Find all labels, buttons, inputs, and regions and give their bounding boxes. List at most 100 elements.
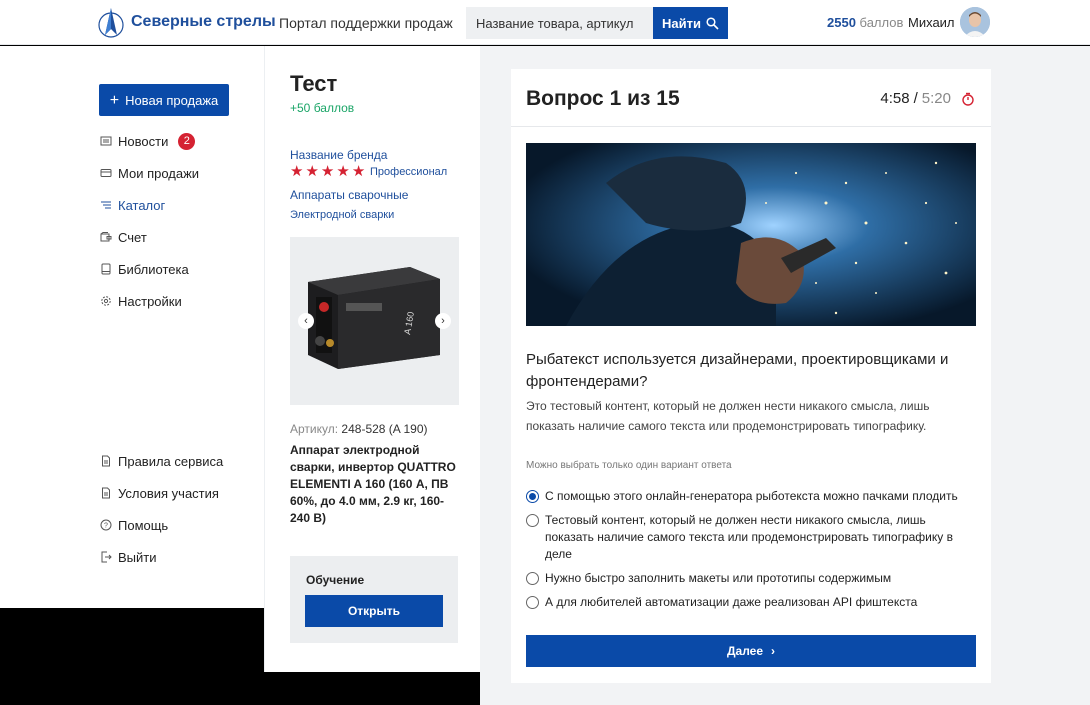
new-sale-label: Новая продажа (125, 92, 219, 108)
sidebar-item-catalog[interactable]: Каталог (100, 196, 165, 214)
category-link[interactable]: Аппараты сварочные (290, 188, 408, 202)
timer-elapsed: 4:58 (880, 90, 910, 107)
stopwatch-icon (962, 92, 974, 106)
timer-separator: / (913, 90, 918, 107)
points-label: баллов (859, 15, 904, 30)
sidebar-item-label: Библиотека (118, 261, 189, 277)
product-image-carousel: A 160 ‹ › (290, 237, 459, 405)
subcategory-link[interactable]: Электродной сварки (290, 209, 394, 221)
search-button-label: Найти (662, 15, 701, 31)
sidebar-item-label: Помощь (118, 517, 169, 533)
sidebar-item-terms[interactable]: Условия участия (100, 484, 219, 502)
answer-hint: Можно выбрать только один вариант ответа (526, 460, 732, 471)
level-label[interactable]: Профессионал (370, 166, 447, 178)
carousel-next-button[interactable]: › (435, 313, 451, 329)
answer-option-label: С помощью этого онлайн-генератора рыботе… (545, 489, 958, 503)
search-icon (706, 16, 719, 30)
avatar-image (960, 7, 990, 37)
test-title: Тест (290, 71, 338, 96)
wallet-icon (100, 232, 112, 242)
help-icon: ? (100, 519, 112, 531)
gear-icon (101, 296, 111, 306)
sidebar-item-service-rules[interactable]: Правила сервиса (100, 452, 223, 470)
product-name: Аппарат электродной сварки, инвертор QUA… (290, 443, 456, 525)
search-button[interactable]: Найти (653, 7, 728, 39)
carousel-prev-button[interactable]: ‹ (298, 313, 314, 329)
new-sale-button[interactable]: + Новая продажа (99, 84, 229, 116)
sidebar-item-label: Мои продажи (118, 165, 200, 181)
sku-label: Артикул: (290, 422, 339, 436)
answer-option-label: А для любителей автоматизации даже реали… (545, 595, 918, 609)
logo-icon[interactable] (97, 7, 125, 39)
next-button-label: Далее (726, 644, 764, 658)
points-value: 2550 (827, 15, 856, 30)
search-input[interactable] (466, 7, 654, 39)
answer-option-3[interactable]: Нужно быстро заполнить макеты или протот… (526, 570, 976, 587)
avatar[interactable] (960, 7, 990, 37)
portal-title: Портал поддержки продаж (279, 15, 453, 31)
plus-icon: + (109, 91, 120, 109)
test-points: +50 баллов (290, 101, 355, 115)
radio-button[interactable] (526, 596, 539, 609)
sidebar-item-label: Счет (118, 229, 147, 245)
radio-button[interactable] (526, 490, 539, 503)
sidebar-item-logout[interactable]: Выйти (100, 548, 157, 566)
sidebar-item-label: Настройки (118, 293, 182, 309)
sidebar-item-my-sales[interactable]: Мои продажи (100, 164, 199, 182)
sidebar-item-account[interactable]: Счет (100, 228, 147, 246)
brand-name[interactable]: Северные стрелы (131, 13, 276, 31)
radio-button[interactable] (526, 572, 539, 585)
answer-option-2[interactable]: Тестовый контент, который не должен нест… (526, 512, 976, 563)
svg-text:?: ? (104, 523, 108, 530)
answer-option-4[interactable]: А для любителей автоматизации даже реали… (526, 594, 976, 611)
sidebar-item-label: Новости (118, 133, 169, 149)
sidebar-item-label: Правила сервиса (118, 453, 224, 469)
sku-line: Артикул: 248-528 (A 190) (290, 422, 427, 436)
top-header: Северные стрелы Портал поддержки продаж … (0, 0, 1090, 45)
sidebar-item-label: Выйти (118, 549, 157, 565)
sku-value: 248-528 (A 190) (341, 422, 428, 436)
question-image (526, 143, 976, 326)
sidebar-item-library[interactable]: Библиотека (100, 260, 189, 278)
card-icon (100, 169, 112, 177)
star-icon: ★ (290, 163, 304, 180)
news-icon (100, 136, 112, 146)
welder-photo (526, 143, 976, 326)
points-balance[interactable]: 2550 баллов (827, 15, 903, 30)
answer-option-1[interactable]: С помощью этого онлайн-генератора рыботе… (526, 488, 976, 505)
question-description: Это тестовый контент, который не должен … (526, 399, 930, 433)
timer-total: 5:20 (921, 90, 951, 107)
quiz-card: Вопрос 1 из 15 4:58 / 5:20 Рыбатекст исп… (511, 69, 991, 683)
brand-link[interactable]: Название бренда (290, 148, 387, 162)
list-icon (101, 201, 111, 209)
question-text: Рыбатекст используется дизайнерами, прое… (526, 351, 949, 390)
radio-button[interactable] (526, 514, 539, 527)
sidebar-item-label: Условия участия (118, 485, 219, 501)
learning-card: Обучение Открыть (290, 556, 458, 643)
user-name[interactable]: Михаил (908, 15, 955, 30)
quiz-header: Вопрос 1 из 15 4:58 / 5:20 (511, 69, 991, 127)
book-icon (101, 263, 111, 275)
sidebar-item-label: Каталог (118, 197, 166, 213)
sidebar-item-news[interactable]: Новости 2 (100, 132, 196, 150)
answer-option-label: Тестовый контент, который не должен нест… (545, 513, 953, 561)
welding-machine-image: A 160 (308, 267, 440, 369)
open-learning-button[interactable]: Открыть (305, 595, 443, 627)
question-counter: Вопрос 1 из 15 (526, 87, 680, 110)
star-icon: ★ (351, 163, 366, 180)
sidebar-item-settings[interactable]: Настройки (100, 292, 182, 310)
chevron-right-icon: › (771, 644, 776, 658)
logout-icon (101, 551, 112, 563)
next-button[interactable]: Далее › (526, 635, 976, 667)
quiz-timer: 4:58 / 5:20 (880, 90, 975, 107)
answer-option-label: Нужно быстро заполнить макеты или протот… (545, 571, 892, 585)
star-icon: ★ (336, 163, 350, 180)
sidebar-item-help[interactable]: ? Помощь (100, 516, 168, 534)
news-count-badge: 2 (178, 132, 196, 150)
product-panel: Тест +50 баллов Название бренда ★ ★ ★ ★ … (264, 46, 480, 672)
learning-title: Обучение (306, 573, 365, 587)
rating-stars: ★ ★ ★ ★ ★ (290, 164, 365, 179)
sidebar: + Новая продажа Новости 2 Мои продажи Ка… (0, 46, 265, 608)
star-icon: ★ (320, 163, 335, 180)
star-icon: ★ (305, 163, 319, 180)
